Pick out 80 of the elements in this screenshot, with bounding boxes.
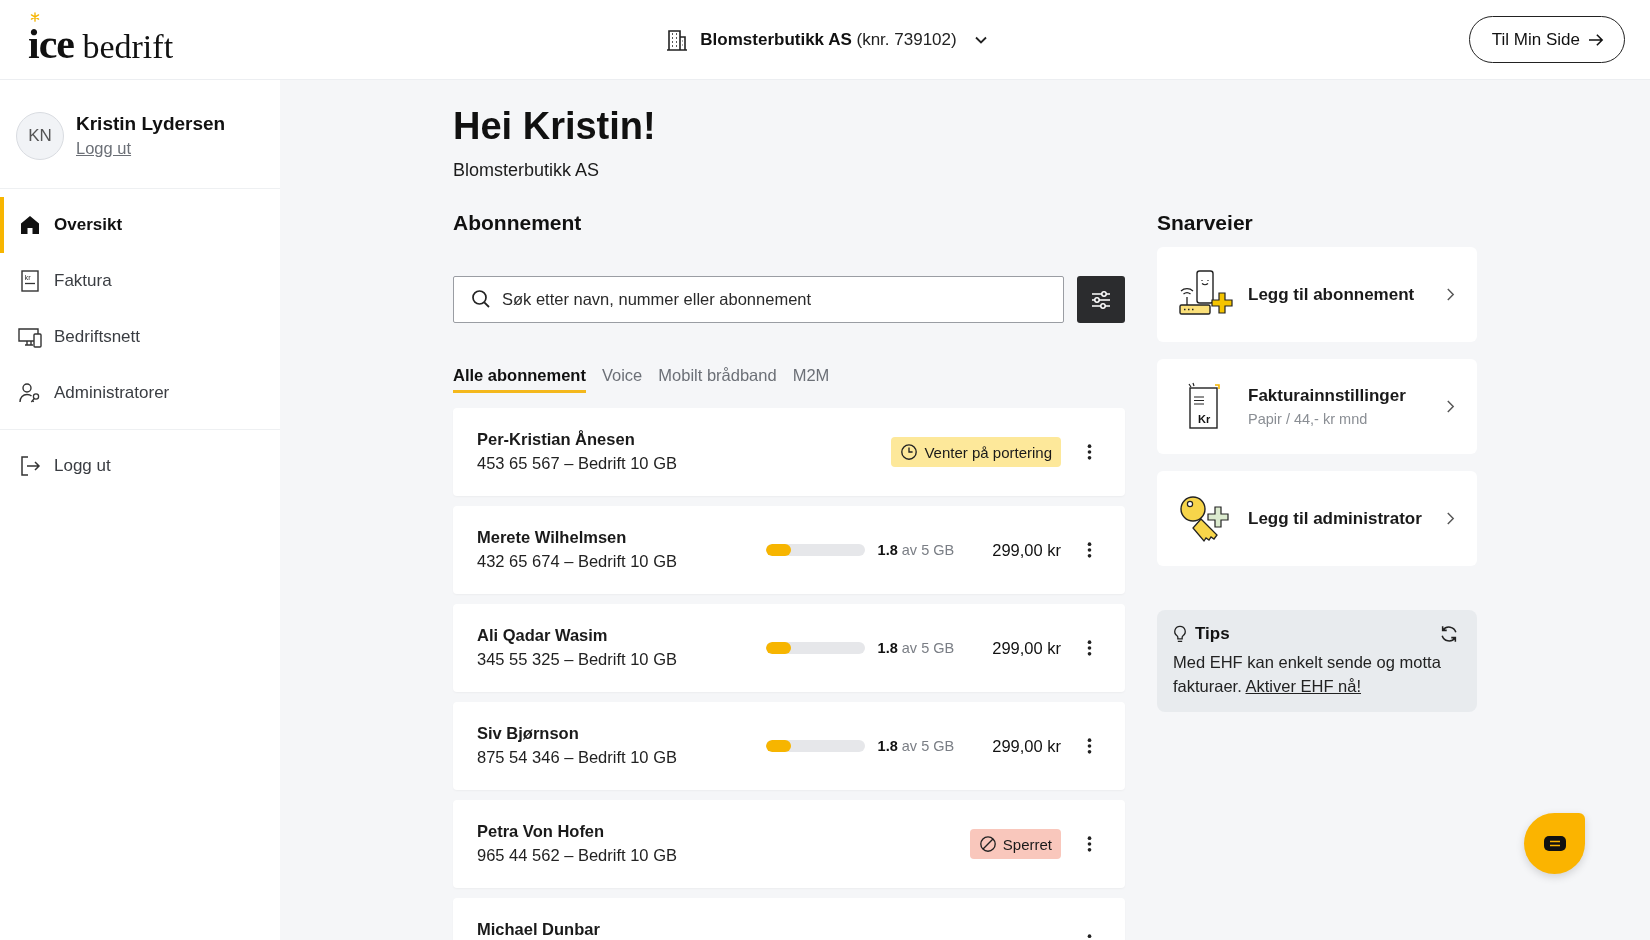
shortcut-card[interactable]: Kr Fakturainnstillinger Papir / 44,- kr mnd: [1157, 359, 1477, 454]
chevron-down-icon: [974, 35, 987, 44]
subscription-card[interactable]: Petra Von Hofen 965 44 562 – Bedrift 10 GB Sperret: [453, 800, 1125, 888]
subscription-details: 453 65 567 – Bedrift 10 GB: [477, 454, 677, 472]
subscription-details: 875 54 346 – Bedrift 10 GB: [477, 748, 677, 766]
sliders-icon: [1091, 290, 1111, 309]
shortcut-subtitle: Papir / 44,- kr mnd: [1248, 409, 1368, 429]
tips-text: Med EHF kan enkelt sende og motta fakturaer. Aktiver EHF nå!: [1173, 652, 1442, 697]
logo-wordmark: ice bedrift: [28, 24, 174, 67]
shortcut-card[interactable]: Legg til administrator: [1157, 471, 1477, 566]
tab[interactable]: Mobilt brådband: [658, 364, 777, 393]
price: 299,00 kr: [992, 540, 1061, 560]
company-name: Blomsterbutikk AS: [453, 159, 601, 181]
devices-icon: [18, 325, 42, 349]
subscription-details: 432 65 674 – Bedrift 10 GB: [477, 552, 677, 570]
tab[interactable]: M2M: [792, 364, 830, 393]
chevron-right-icon: [1446, 287, 1455, 302]
filter-button[interactable]: [1077, 276, 1125, 323]
chat-button[interactable]: [1524, 813, 1585, 874]
company-selector[interactable]: Blomsterbutikk AS (knr. 739102): [660, 24, 993, 55]
subscription-card[interactable]: Siv Bjørnson 875 54 346 – Bedrift 10 GB 1.8 av 5 GB 299,00 kr: [453, 702, 1125, 790]
subscription-card[interactable]: Ali Qadar Wasim 345 55 325 – Bedrift 10 GB 1.8 av 5 GB 299,00 kr: [453, 604, 1125, 692]
nav-item[interactable]: Bedriftsnett: [0, 309, 280, 365]
section-heading: Abonnement: [453, 210, 583, 236]
chat-icon: [1542, 834, 1567, 853]
subscriber-name: Petra Von Hofen: [477, 822, 605, 840]
price: 299,00 kr: [992, 638, 1061, 658]
shortcut-title: Fakturainnstillinger: [1248, 384, 1406, 407]
tab[interactable]: Alle abonnement: [453, 364, 586, 393]
more-icon: [1086, 835, 1092, 853]
logout-icon: [18, 454, 42, 478]
subscription-card[interactable]: Per-Kristian Ånesen 453 65 567 – Bedrift 10 GB Venter på portering: [453, 408, 1125, 496]
admins-icon: [18, 381, 42, 405]
more-icon: [1086, 541, 1092, 559]
nav-item[interactable]: Administratorer: [0, 365, 280, 421]
usage-text: 1.8 av 5 GB: [877, 738, 955, 754]
subscription-card[interactable]: Merete Wilhelmsen 432 65 674 – Bedrift 10 GB 1.8 av 5 GB 299,00 kr: [453, 506, 1125, 594]
more-icon: [1086, 639, 1092, 657]
section-heading: Snarveier: [1157, 210, 1254, 236]
more-icon: [1086, 443, 1092, 461]
subscriber-name: Merete Wilhelmsen: [477, 528, 627, 546]
shortcut-title: Legg til abonnement: [1248, 283, 1415, 306]
shortcut-card[interactable]: Legg til abonnement: [1157, 247, 1477, 342]
lightbulb-icon: [1173, 624, 1187, 644]
subscriber-name: Per-Kristian Ånesen: [477, 430, 635, 448]
usage-text: 1.8 av 5 GB: [877, 640, 955, 656]
user-name: Kristin Lydersen: [76, 112, 226, 136]
search-field[interactable]: Søk etter navn, nummer eller abonnement: [453, 276, 1064, 323]
search-icon: [471, 289, 491, 309]
price: 299,00 kr: [992, 736, 1061, 756]
subscription-details: 345 55 325 – Bedrift 10 GB: [477, 650, 677, 668]
chevron-right-icon: [1446, 511, 1455, 526]
ban-icon: [978, 835, 997, 853]
badge-label: Sperret: [1002, 835, 1052, 853]
building-icon: [666, 28, 689, 51]
my-page-button[interactable]: Til Min Side: [1468, 16, 1625, 63]
nav-item[interactable]: Oversikt: [0, 197, 280, 253]
subscriber-name: Michael Dunbar: [477, 920, 600, 938]
refresh-icon: [1439, 624, 1459, 644]
home-icon: [18, 213, 42, 237]
logout-link[interactable]: Logg ut: [76, 136, 132, 160]
usage-text: 1.8 av 5 GB: [877, 542, 955, 558]
chevron-right-icon: [1446, 399, 1455, 414]
refresh-button[interactable]: [1439, 624, 1459, 644]
subscription-details: 965 44 562 – Bedrift 10 GB: [477, 846, 677, 864]
badge-label: Venter på portering: [924, 443, 1052, 461]
asterisk-icon: [30, 12, 40, 22]
shortcut-title: Legg til administrator: [1248, 507, 1422, 530]
user-avatar: KN: [16, 112, 64, 160]
nav-item[interactable]: Logg ut: [0, 438, 280, 494]
activate-link[interactable]: Aktiver EHF nå!: [1245, 677, 1361, 695]
tips-title: Tips: [1195, 624, 1230, 644]
clock-icon: [900, 443, 919, 461]
subscription-card[interactable]: Michael Dunbar: [453, 898, 1125, 940]
tab[interactable]: Voice: [601, 364, 643, 393]
subscriber-name: Ali Qadar Wasim: [477, 626, 608, 644]
subscriber-name: Siv Bjørnson: [477, 724, 579, 742]
arrow-right-icon: [1588, 32, 1604, 47]
greeting-heading: Hei Kristin!: [453, 104, 657, 149]
more-icon: [1086, 737, 1092, 755]
